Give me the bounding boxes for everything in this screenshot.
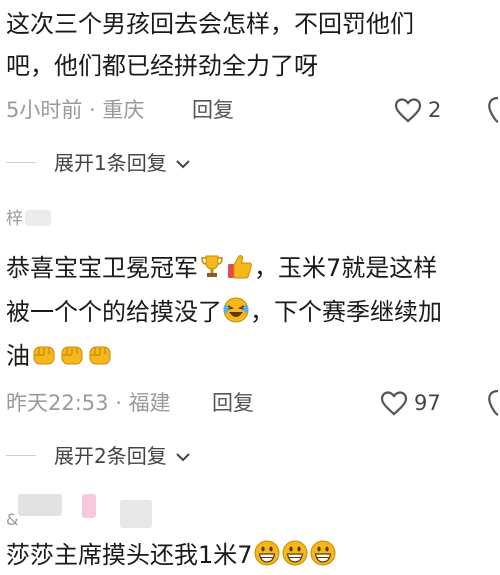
fist-emoji <box>61 346 83 365</box>
comment-2-line-1-text: 恭喜宝宝卫冕冠军 <box>6 254 198 282</box>
dislike-icon[interactable] <box>484 388 500 418</box>
comment-2-location: 福建 <box>128 391 171 415</box>
expand-replies-1-label: 展开1条回复 <box>54 151 167 175</box>
comment-1-meta: 5小时前 · 重庆 <box>6 96 144 124</box>
meta-dot: · <box>115 391 129 415</box>
thread-divider-2 <box>6 455 36 456</box>
laughing-crying-emoji <box>223 297 249 323</box>
comment-2-line-1-tail: ，玉米7就是这样 <box>254 254 438 282</box>
comment-2-line-3-text: 油 <box>6 342 30 370</box>
grinning-emoji <box>310 540 336 566</box>
grinning-emoji <box>254 540 280 566</box>
expand-replies-2-button[interactable]: 展开2条回复 <box>54 442 190 470</box>
comment-1-line-1: 这次三个男孩回去会怎样，不回罚他们 <box>6 10 414 38</box>
comment-1-location: 重庆 <box>102 98 145 122</box>
chevron-down-icon <box>176 453 190 462</box>
trophy-emoji <box>201 255 223 277</box>
comment-2-line-3: 油 <box>6 340 114 372</box>
grinning-emoji <box>282 540 308 566</box>
fist-emoji <box>89 346 111 365</box>
comment-2-username[interactable]: 梓 <box>6 208 51 230</box>
comment-2-time: 昨天22:53 <box>6 391 109 415</box>
chevron-down-icon <box>176 160 190 169</box>
heart-outline-icon[interactable] <box>394 97 422 123</box>
comment-1-like-count: 2 <box>428 98 442 122</box>
comment-1-line-2: 吧，他们都已经拼劲全力了呀 <box>6 52 318 80</box>
expand-replies-2-label: 展开2条回复 <box>54 444 167 468</box>
heart-outline-icon[interactable] <box>380 390 408 416</box>
thumbs-up-emoji <box>228 255 252 279</box>
blurred-name-part <box>120 500 152 528</box>
blurred-username <box>25 210 51 226</box>
expand-replies-1-button[interactable]: 展开1条回复 <box>54 149 190 177</box>
comment-1-reply-button[interactable]: 回复 <box>192 96 234 124</box>
meta-dot: · <box>89 98 103 122</box>
comment-2-reply-button[interactable]: 回复 <box>212 389 254 417</box>
comment-2-username-text: 梓 <box>6 209 23 229</box>
comment-3-username[interactable]: & <box>6 510 18 530</box>
comment-2-line-2-tail: ，下个赛季继续加 <box>250 298 442 326</box>
thread-divider-1 <box>6 162 36 163</box>
comment-2-line-2-text: 被一个个的给摸没了 <box>6 298 222 326</box>
blurred-avatar <box>18 494 62 516</box>
comment-2-like-count: 97 <box>414 391 441 415</box>
comment-3-text: 莎莎主席摸头还我1米7 <box>6 541 253 569</box>
comment-2-meta: 昨天22:53 · 福建 <box>6 389 171 417</box>
comment-2-line-2: 被一个个的给摸没了 ，下个赛季继续加 <box>6 296 442 328</box>
fist-emoji <box>33 346 55 365</box>
comment-1-time: 5小时前 <box>6 98 83 122</box>
comment-2-line-1: 恭喜宝宝卫冕冠军 ，玉米7就是这样 <box>6 252 437 284</box>
blurred-badge <box>82 494 96 518</box>
dislike-icon[interactable] <box>484 95 500 125</box>
comment-3-line-1: 莎莎主席摸头还我1米7 <box>6 539 337 571</box>
